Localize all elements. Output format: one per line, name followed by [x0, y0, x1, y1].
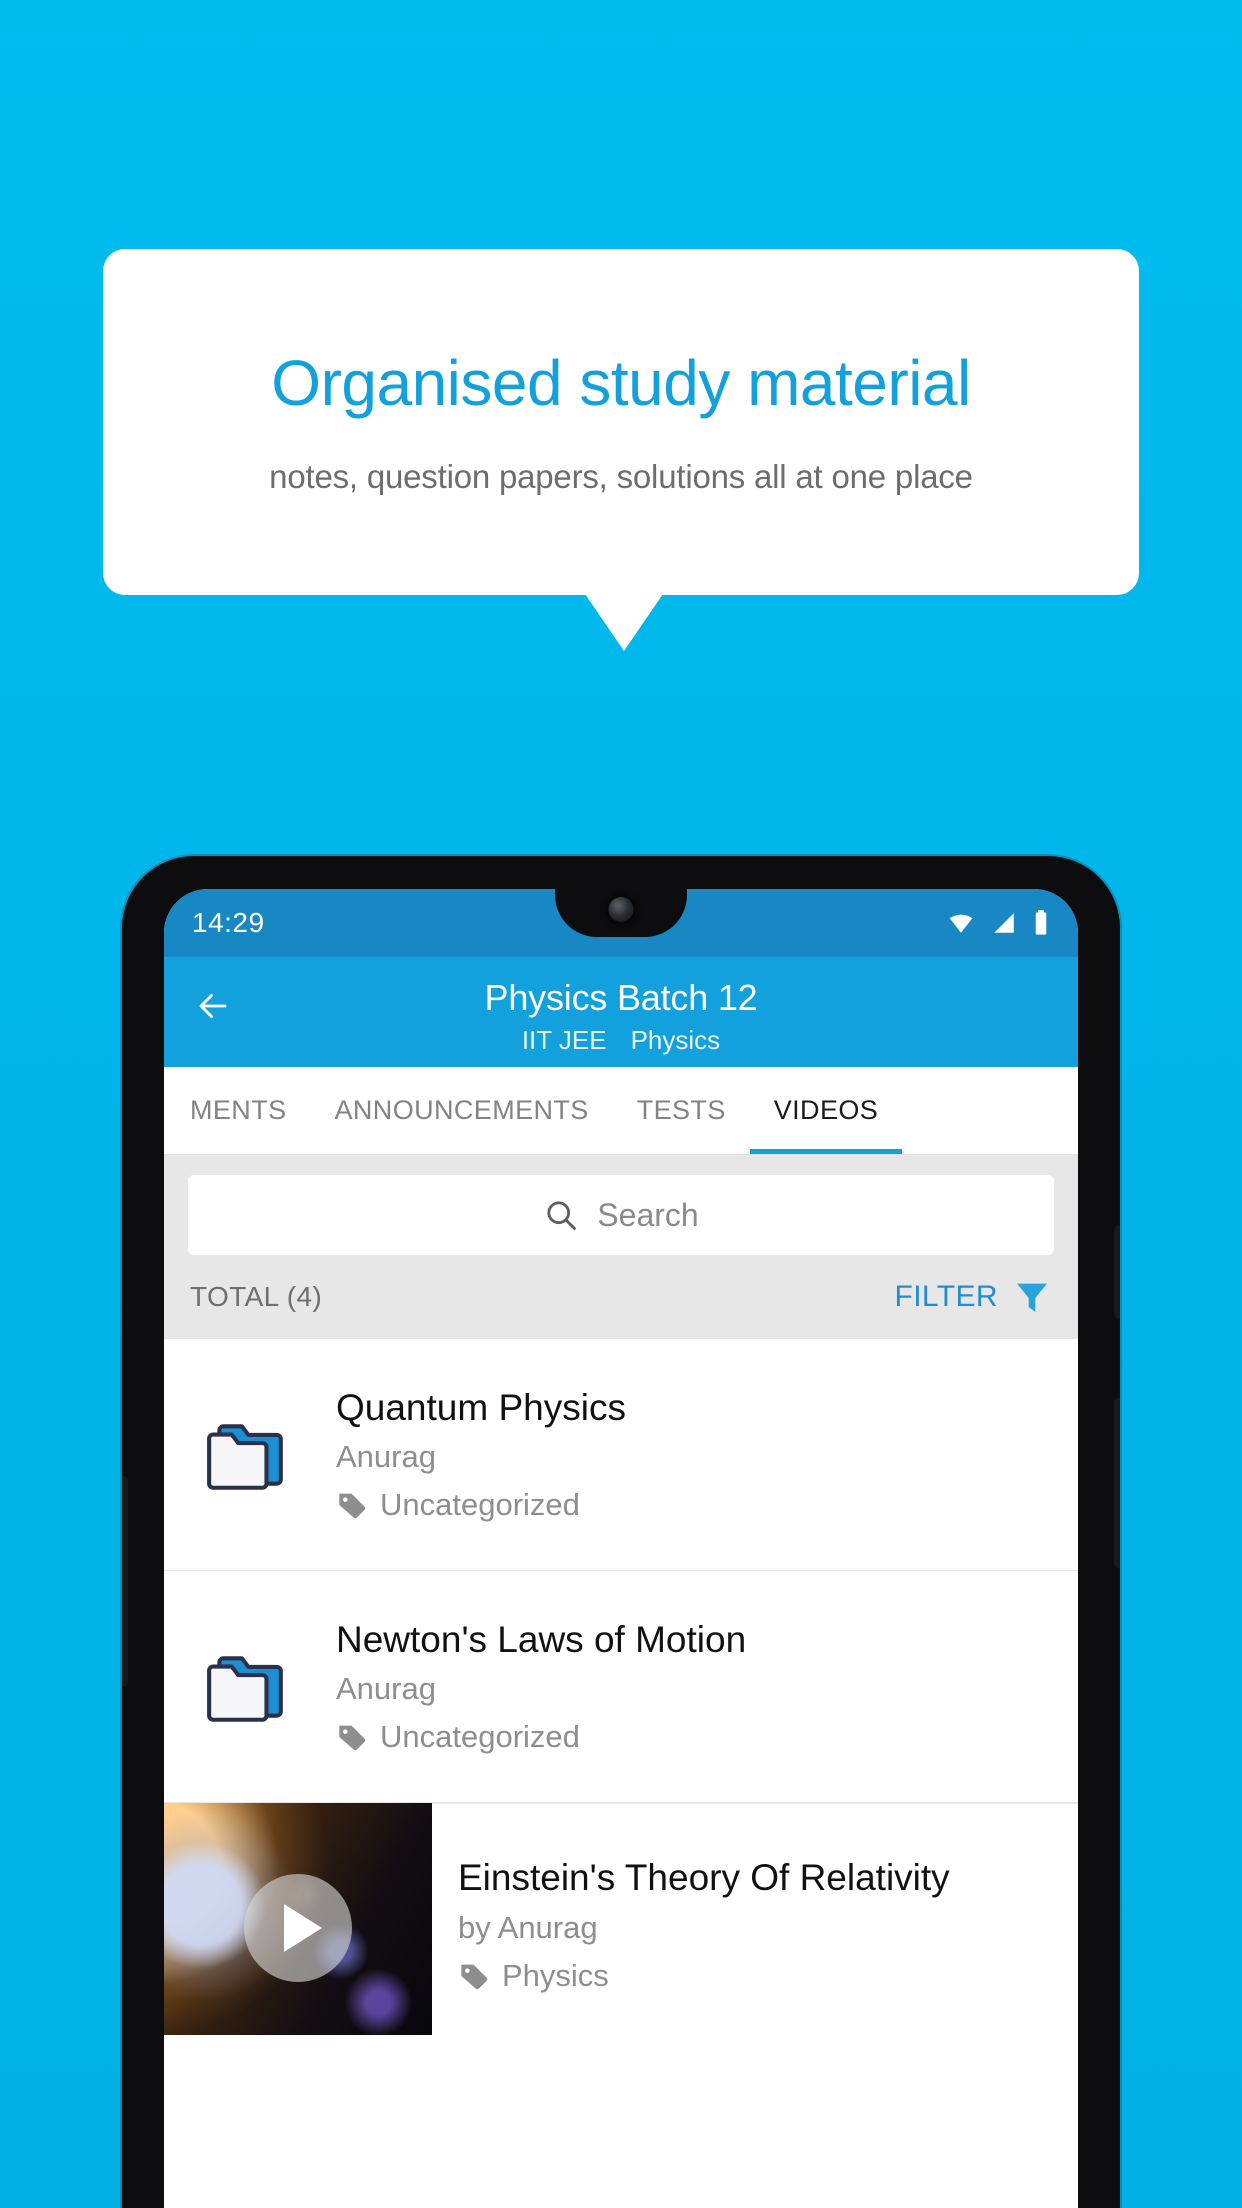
list-meta-bar: TOTAL (4) FILTER: [164, 1255, 1078, 1339]
phone-notch: [555, 889, 687, 937]
list-item-tag: Uncategorized: [336, 1719, 1052, 1755]
search-placeholder: Search: [597, 1196, 699, 1233]
search-icon: [547, 1201, 577, 1230]
content-list: Quantum Physics Anurag Uncategorized New…: [164, 1339, 1078, 2035]
list-item-tag-label: Uncategorized: [380, 1719, 580, 1755]
list-item-title: Newton's Laws of Motion: [336, 1618, 747, 1660]
list-item-author: Anurag: [336, 1671, 436, 1707]
tag-icon: [339, 1725, 366, 1751]
funnel-icon: [1017, 1283, 1047, 1312]
tab-assignments[interactable]: MENTS: [166, 1066, 311, 1154]
list-item-body: Einstein's Theory Of Relativity by Anura…: [432, 1803, 1078, 2035]
tag-icon: [461, 1964, 488, 1989]
phone-power-button[interactable]: [1114, 1226, 1120, 1318]
total-count: TOTAL (4): [190, 1281, 323, 1312]
status-clock: 14:29: [192, 907, 265, 938]
breadcrumb: IIT JEE Physics: [164, 1025, 1078, 1056]
search-input[interactable]: Search: [188, 1175, 1054, 1255]
promo-title: Organised study material: [271, 346, 971, 419]
promo-subtitle: notes, question papers, solutions all at…: [269, 458, 973, 496]
phone-side-button[interactable]: [122, 1476, 128, 1686]
list-item-author: by Anurag: [458, 1909, 598, 1945]
battery-icon: [1035, 910, 1047, 935]
status-bar: 14:29: [164, 889, 1078, 957]
video-thumbnail[interactable]: [164, 1803, 432, 2035]
bubble-tail: [585, 594, 663, 651]
tab-videos[interactable]: VIDEOS: [750, 1066, 902, 1154]
folder-icon: [207, 1423, 283, 1490]
front-camera: [608, 897, 634, 922]
signal-icon: [994, 913, 1014, 933]
list-item-icon: [190, 1414, 302, 1496]
list-item-title: Quantum Physics: [336, 1386, 626, 1428]
tag-icon: [339, 1493, 366, 1519]
breadcrumb-exam: IIT JEE: [521, 1025, 607, 1055]
phone-volume-button[interactable]: [1114, 1398, 1120, 1568]
status-icons: [946, 909, 1050, 937]
list-item-tag: Physics: [458, 1958, 1052, 1994]
folder-icon: [207, 1655, 283, 1722]
tab-bar: MENTS ANNOUNCEMENTS TESTS VIDEOS: [164, 1067, 1078, 1155]
tab-videos-wrap: VIDEOS: [750, 1066, 902, 1154]
filter-label: FILTER: [894, 1280, 998, 1313]
phone-screen: 14:29 Physics Batch 12 IIT JEE Physics M…: [164, 889, 1078, 2208]
list-item-tag-label: Uncategorized: [380, 1487, 580, 1523]
list-item-body: Newton's Laws of Motion Anurag Uncategor…: [336, 1618, 1052, 1756]
wifi-icon: [949, 914, 973, 933]
search-zone: Search: [164, 1155, 1078, 1255]
list-item-tag: Uncategorized: [336, 1487, 1052, 1523]
app-bar-texts: Physics Batch 12 IIT JEE Physics: [164, 971, 1078, 1056]
list-item-title: Einstein's Theory Of Relativity: [458, 1857, 950, 1898]
list-item[interactable]: Einstein's Theory Of Relativity by Anura…: [164, 1803, 1078, 2035]
tab-tests[interactable]: TESTS: [613, 1066, 750, 1154]
page-title: Physics Batch 12: [484, 977, 758, 1018]
promo-callout-bubble: Organised study material notes, question…: [103, 249, 1139, 595]
phone-mockup: 14:29 Physics Batch 12 IIT JEE Physics M…: [122, 856, 1120, 2208]
list-item[interactable]: Newton's Laws of Motion Anurag Uncategor…: [164, 1571, 1078, 1803]
filter-button[interactable]: FILTER: [894, 1277, 1052, 1317]
breadcrumb-subject: Physics: [630, 1025, 721, 1055]
list-item-tag-label: Physics: [502, 1957, 609, 1993]
list-item-body: Quantum Physics Anurag Uncategorized: [336, 1386, 1052, 1524]
back-button[interactable]: [190, 983, 236, 1029]
play-icon[interactable]: [244, 1874, 352, 1983]
tab-announcements[interactable]: ANNOUNCEMENTS: [311, 1066, 613, 1154]
list-item-author: Anurag: [336, 1439, 436, 1475]
list-item-icon: [190, 1646, 302, 1728]
list-item[interactable]: Quantum Physics Anurag Uncategorized: [164, 1339, 1078, 1571]
app-bar: Physics Batch 12 IIT JEE Physics: [164, 957, 1078, 1067]
arrow-left-icon: [199, 994, 227, 1018]
